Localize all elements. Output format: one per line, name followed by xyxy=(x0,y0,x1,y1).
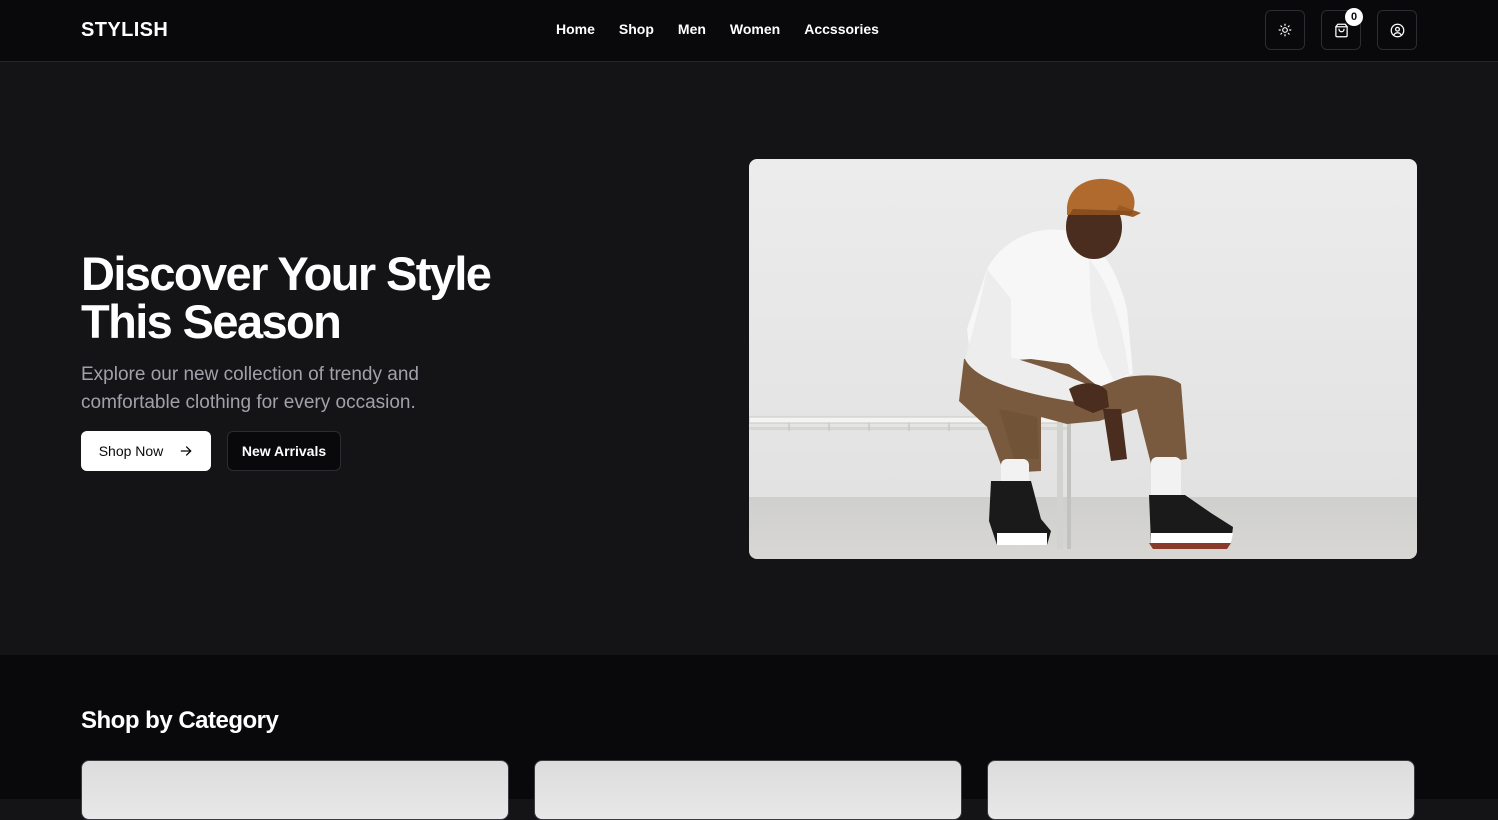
shop-now-button[interactable]: Shop Now xyxy=(81,431,211,471)
sun-icon xyxy=(1278,23,1292,37)
category-card[interactable] xyxy=(534,760,962,820)
new-arrivals-button[interactable]: New Arrivals xyxy=(227,431,341,471)
category-title: Shop by Category xyxy=(81,707,279,734)
hero-section: Discover Your Style This Season Explore … xyxy=(0,63,1498,655)
nav-link-home[interactable]: Home xyxy=(556,21,595,37)
nav-link-accessories[interactable]: Accssories xyxy=(804,21,879,37)
account-button[interactable] xyxy=(1377,10,1417,50)
shop-now-label: Shop Now xyxy=(98,443,164,459)
site-logo[interactable]: STYLISH xyxy=(81,19,168,42)
hero-title: Discover Your Style This Season xyxy=(81,247,492,348)
nav-link-shop[interactable]: Shop xyxy=(619,21,654,37)
main-nav: Home Shop Men Women Accssories xyxy=(556,21,879,37)
user-circle-icon xyxy=(1390,23,1404,37)
category-card[interactable] xyxy=(81,760,509,820)
shopping-bag-icon xyxy=(1334,23,1348,37)
new-arrivals-label: New Arrivals xyxy=(241,443,327,459)
nav-link-men[interactable]: Men xyxy=(678,21,706,37)
cart-count-badge: 0 xyxy=(1345,8,1363,26)
category-card[interactable] xyxy=(987,760,1415,820)
site-header: STYLISH Home Shop Men Women Accssories 0 xyxy=(0,0,1498,62)
category-section: Shop by Category xyxy=(0,655,1498,820)
hero-subtitle: Explore our new collection of trendy and… xyxy=(81,364,419,413)
arrow-right-icon xyxy=(180,446,192,456)
nav-link-women[interactable]: Women xyxy=(730,21,780,37)
hero-image xyxy=(749,159,1417,559)
theme-toggle-button[interactable] xyxy=(1265,10,1305,50)
